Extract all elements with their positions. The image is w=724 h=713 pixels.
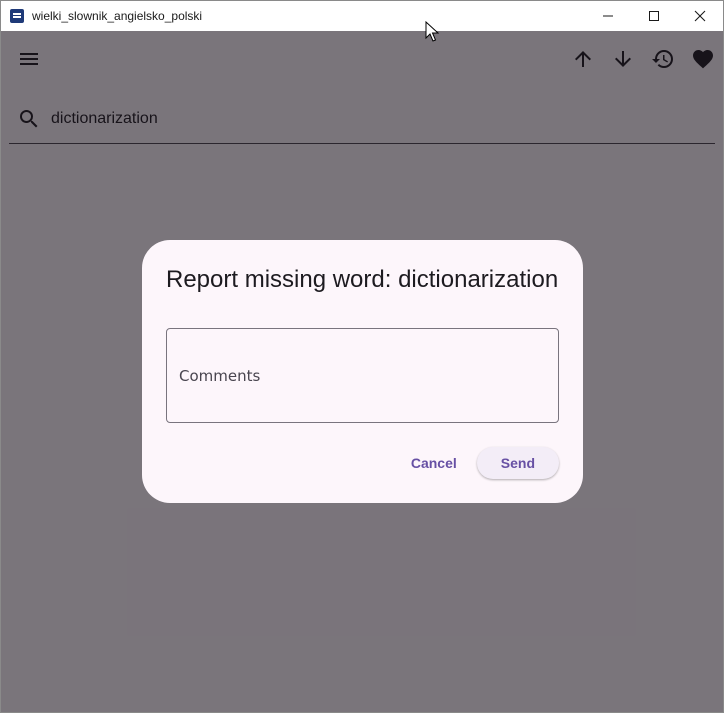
dialog-title: Report missing word: dictionarization (166, 266, 559, 293)
title-bar[interactable]: wielki_slownik_angielsko_polski (1, 1, 723, 31)
maximize-button[interactable] (631, 1, 677, 31)
close-icon (694, 10, 706, 22)
comments-field[interactable] (166, 328, 559, 423)
app-icon (10, 9, 24, 23)
window-controls (585, 1, 723, 31)
send-button[interactable]: Send (476, 447, 559, 479)
comments-input[interactable] (167, 329, 558, 422)
minimize-button[interactable] (585, 1, 631, 31)
dialog-actions: Cancel Send (397, 447, 559, 479)
app-window: wielki_slownik_angielsko_polski dictiona… (0, 0, 724, 713)
minimize-icon (603, 15, 613, 17)
close-button[interactable] (677, 1, 723, 31)
cancel-button[interactable]: Cancel (397, 447, 471, 479)
maximize-icon (649, 11, 659, 21)
report-dialog: Report missing word: dictionarization Ca… (142, 240, 583, 503)
mouse-cursor-icon (425, 21, 439, 42)
window-title: wielki_slownik_angielsko_polski (32, 9, 203, 23)
